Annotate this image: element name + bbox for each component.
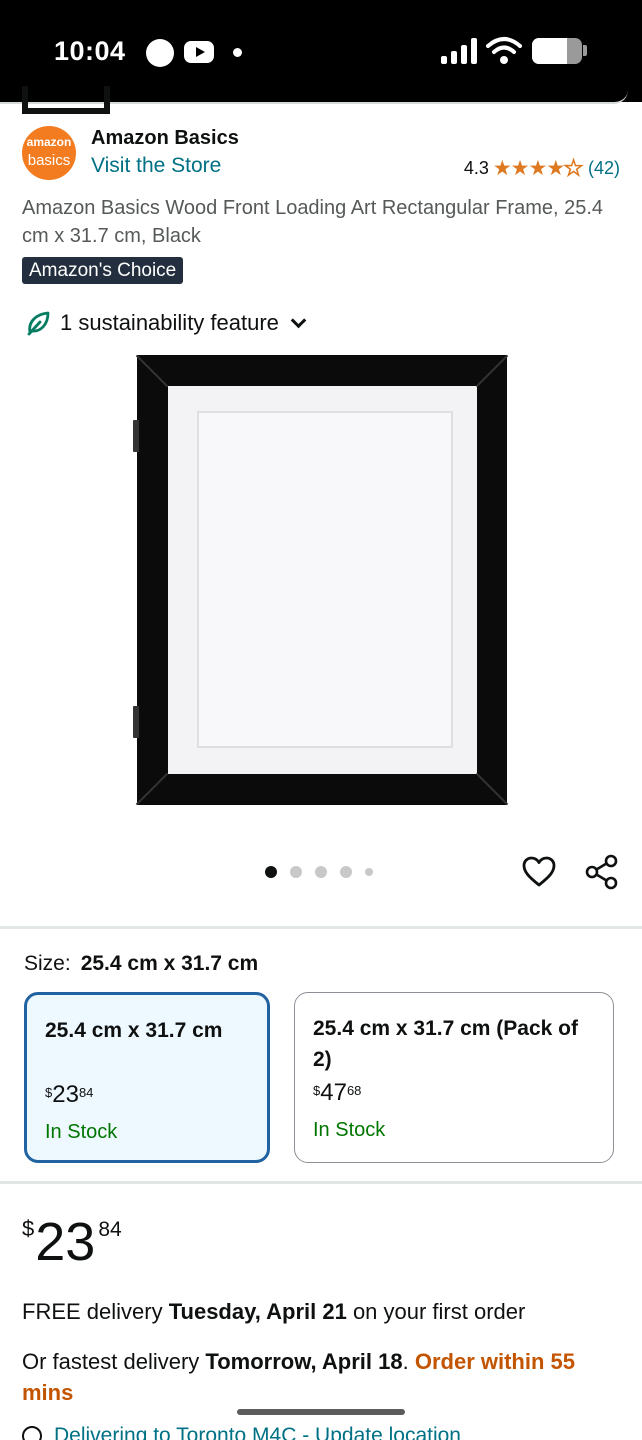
price-whole: 23 [35, 1212, 96, 1272]
brand-logo-text-bottom: basics [27, 152, 71, 169]
brand-name: Amazon Basics [91, 127, 239, 149]
youtube-notification-icon [184, 41, 214, 63]
frame-miter-corner [135, 772, 169, 806]
size-option-stock: In Stock [313, 1119, 386, 1141]
frame-mat [168, 386, 477, 774]
amazons-choice-badge[interactable]: Amazon's Choice [22, 257, 184, 284]
delivery-location-text: Delivering to Toronto M4C - Update locat… [54, 1424, 461, 1440]
rating-value: 4.3 [463, 158, 489, 178]
frame-hinge [133, 706, 139, 738]
carousel-dot[interactable] [365, 868, 373, 876]
frame-hinge [133, 420, 139, 452]
product-price: $ 23 84 [22, 1212, 122, 1272]
frame-miter-corner [475, 772, 509, 806]
size-option-pack-of-2[interactable]: 25.4 cm x 31.7 cm (Pack of 2) $4768 In S… [294, 992, 614, 1163]
carousel-dot[interactable] [290, 866, 302, 878]
size-option-price: $2384 [45, 1081, 94, 1108]
size-option-single[interactable]: 25.4 cm x 31.7 cm $2384 In Stock [24, 992, 270, 1163]
carousel-dot[interactable] [340, 866, 352, 878]
frame-miter-corner [475, 354, 509, 388]
cell-signal-icon [441, 38, 477, 64]
location-pin-icon [22, 1426, 42, 1440]
notification-circle-icon [146, 39, 174, 67]
rating-count-link[interactable]: (42) [588, 158, 620, 179]
section-divider [0, 1181, 642, 1184]
leaf-icon [27, 311, 50, 336]
home-indicator[interactable] [237, 1409, 405, 1415]
free-delivery-message: FREE delivery Tuesday, April 21 on your … [22, 1299, 526, 1324]
brand-logo[interactable]: amazon basics [22, 126, 76, 180]
size-option-price: $4768 [313, 1079, 362, 1106]
rating-summary[interactable]: 4.3 ★★★★★ (42) [464, 156, 620, 181]
visit-store-link[interactable]: Visit the Store [91, 154, 221, 178]
price-currency: $ [22, 1216, 35, 1241]
frame-miter-corner [135, 354, 169, 388]
battery-tip [583, 45, 587, 56]
size-selector-label: Size: 25.4 cm x 31.7 cm [24, 952, 258, 976]
delivery-location-link[interactable]: Delivering to Toronto M4C - Update locat… [22, 1424, 461, 1440]
star-rating-icon: ★★★★★ [492, 156, 584, 181]
share-icon[interactable] [584, 854, 620, 890]
wishlist-heart-icon[interactable] [521, 854, 557, 890]
frame-mat-window [197, 411, 453, 748]
fastest-delivery-message: Or fastest delivery Tomorrow, April 18. … [22, 1349, 575, 1405]
size-option-name: 25.4 cm x 31.7 cm [45, 1019, 223, 1042]
carousel-dot[interactable] [315, 866, 327, 878]
brand-logo-text-top: amazon [26, 135, 72, 149]
more-notifications-icon [233, 48, 242, 57]
size-option-name: 25.4 cm x 31.7 cm (Pack of 2) [313, 1017, 578, 1071]
scan-icon[interactable] [22, 86, 110, 114]
battery-icon [532, 38, 582, 64]
price-fraction: 84 [98, 1218, 122, 1241]
size-label: Size: [24, 952, 71, 975]
section-divider [0, 926, 642, 929]
status-time: 10:04 [54, 36, 126, 66]
sustainability-label: 1 sustainability feature [60, 310, 279, 335]
sustainability-toggle[interactable]: 1 sustainability feature [26, 310, 307, 336]
search-bar-edge [0, 86, 628, 114]
size-option-stock: In Stock [45, 1121, 118, 1143]
image-carousel-dots[interactable] [265, 866, 386, 878]
wifi-icon [486, 37, 522, 64]
carousel-dot[interactable] [265, 866, 277, 878]
chevron-down-icon [290, 312, 307, 328]
size-selected-value: 25.4 cm x 31.7 cm [80, 952, 259, 975]
product-image[interactable] [135, 354, 509, 806]
product-title: Amazon Basics Wood Front Loading Art Rec… [22, 197, 604, 247]
